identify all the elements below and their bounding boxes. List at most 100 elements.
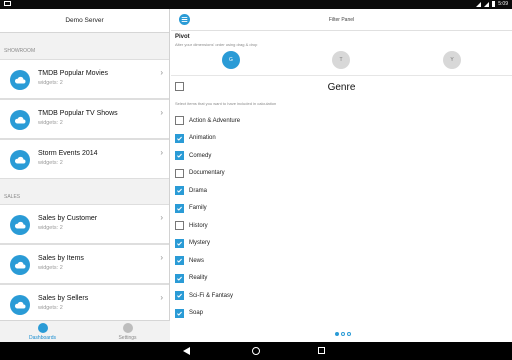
chevron-right-icon: › [160,108,163,117]
chevron-right-icon: › [160,68,163,77]
check-icon [177,153,182,159]
dashboard-item-tmdb-tv[interactable]: TMDB Popular TV Shows widgets: 2 › [0,99,169,139]
cloud-icon [10,255,30,275]
status-bar: 5:09 [0,0,512,9]
filter-item-label: Reality [189,275,208,282]
notification-icon [4,1,11,8]
filter-item-label: Drama [189,187,208,194]
server-header: Demo Server [0,9,169,33]
filter-item[interactable]: Drama [175,182,505,200]
filter-panel: Filter Panel Pivot Alter your dimensions… [171,9,512,342]
checkbox-unchecked[interactable] [175,221,184,231]
chevron-right-icon: › [160,148,163,157]
pivot-dimension-y[interactable]: Y [443,51,461,69]
wifi-icon [476,1,482,7]
check-icon [177,206,182,211]
select-hint: Select items that you want to have inclu… [175,101,277,106]
page-dot[interactable] [335,332,339,336]
filter-item[interactable]: Soap [175,305,505,323]
dashboard-title: Sales by Items [38,255,84,262]
system-nav-bar [0,342,512,360]
checkbox-unchecked[interactable] [175,116,184,126]
pivot-dimension-t[interactable]: T [332,51,350,69]
dashboard-title: Sales by Sellers [38,295,89,302]
checkbox-checked[interactable] [175,273,184,283]
cloud-icon [10,150,30,170]
chevron-right-icon: › [160,293,163,302]
check-icon [177,311,182,316]
dashboard-title: Storm Events 2014 [38,150,98,157]
filter-item[interactable]: Documentary [175,165,505,183]
tab-settings[interactable]: Settings [85,321,170,342]
checkbox-unchecked[interactable] [175,168,184,178]
settings-icon [122,322,133,333]
recents-icon[interactable] [318,347,325,354]
tab-dashboards[interactable]: Dashboards [0,321,85,342]
filter-item[interactable]: Animation [175,130,505,148]
dimension-name: Genre [327,82,356,93]
pivot-hint: Alter your dimensions' order using drag … [175,42,258,47]
filter-item-label: News [189,257,205,264]
pivot-dimension-label: Y [450,57,454,63]
checkbox-checked[interactable] [175,256,184,266]
menu-button[interactable] [179,14,190,25]
pivot-dimension-genre[interactable]: G [222,51,240,69]
server-title: Demo Server [65,17,104,24]
page-dot[interactable] [341,332,345,336]
status-time: 5:09 [498,1,508,7]
dashboard-item-sales-items[interactable]: Sales by Items widgets: 2 › [0,244,169,284]
filter-item[interactable]: Family [175,200,505,218]
back-icon[interactable] [183,347,190,355]
tab-label: Settings [118,334,137,341]
check-icon [177,293,182,299]
section-label-sales: SALES [4,194,21,200]
pivot-dimension-label: G [229,57,233,63]
select-all-checkbox[interactable] [175,82,184,91]
checkbox-checked[interactable] [175,308,184,318]
cloud-icon [10,110,30,130]
dashboard-title: TMDB Popular TV Shows [38,110,118,117]
dashboard-item-sales-sellers[interactable]: Sales by Sellers widgets: 2 › [0,284,169,324]
bottom-tab-bar: Dashboards Settings [0,320,170,342]
dashboard-item-tmdb-movies[interactable]: TMDB Popular Movies widgets: 2 › [0,59,169,99]
chevron-right-icon: › [160,213,163,222]
checkbox-checked[interactable] [175,291,184,301]
dashboard-title: Sales by Customer [38,215,98,222]
dashboard-item-storm-events[interactable]: Storm Events 2014 widgets: 2 › [0,139,169,179]
checkbox-checked[interactable] [175,203,184,213]
dashboard-subtitle: widgets: 2 [38,225,63,231]
check-icon [177,258,182,264]
check-icon [177,188,182,194]
dashboard-subtitle: widgets: 2 [38,265,63,271]
filter-item[interactable]: Action & Adventure [175,112,505,130]
cloud-icon [10,70,30,90]
check-icon [177,136,182,141]
dashboard-subtitle: widgets: 2 [38,305,63,311]
home-icon[interactable] [252,347,260,355]
tab-label: Dashboards [29,334,56,341]
signal-icon [484,1,490,7]
dashboards-icon [37,322,48,333]
filter-item[interactable]: Comedy [175,147,505,165]
filter-item-label: History [189,222,208,229]
checkbox-checked[interactable] [175,133,184,143]
cloud-icon [10,215,30,235]
filter-item[interactable]: Sci-Fi & Fantasy [175,287,505,305]
filter-item[interactable]: Reality [175,270,505,288]
filter-item-label: Mystery [189,240,210,247]
checkbox-checked[interactable] [175,151,184,161]
page-dot[interactable] [347,332,351,336]
page-indicator [335,332,351,336]
filter-item-label: Documentary [189,170,225,177]
filter-item[interactable]: News [175,252,505,270]
section-label-showroom: SHOWROOM [4,48,36,54]
filter-item-label: Family [189,205,207,212]
checkbox-checked[interactable] [175,186,184,196]
menu-icon [181,16,188,23]
battery-icon [492,1,496,7]
dashboard-title: TMDB Popular Movies [38,70,109,77]
filter-item[interactable]: History [175,217,505,235]
checkbox-checked[interactable] [175,238,184,248]
filter-item[interactable]: Mystery [175,235,505,253]
dashboard-item-sales-customer[interactable]: Sales by Customer widgets: 2 › [0,204,169,244]
